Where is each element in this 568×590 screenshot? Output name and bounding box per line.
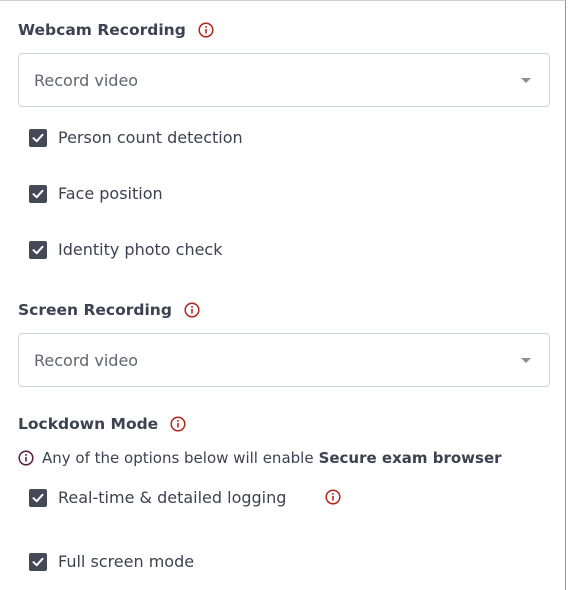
note-text: Any of the options below will enable xyxy=(42,449,314,467)
webcam-recording-select[interactable]: Record video xyxy=(18,53,550,107)
screen-recording-label: Screen Recording xyxy=(18,301,172,319)
screen-recording-title: Screen Recording xyxy=(18,301,200,319)
person-count-label: Person count detection xyxy=(58,128,243,147)
screen-info-icon[interactable] xyxy=(184,302,200,318)
realtime-logging-label: Real-time & detailed logging xyxy=(58,488,287,507)
person-count-checkbox[interactable] xyxy=(29,128,47,147)
caret-down-icon xyxy=(521,78,531,83)
face-position-checkbox[interactable] xyxy=(29,184,47,203)
option-face-position[interactable]: Face position xyxy=(29,184,163,203)
option-identity-photo[interactable]: Identity photo check xyxy=(29,240,222,259)
option-realtime-logging[interactable]: Real-time & detailed logging xyxy=(29,488,286,507)
webcam-recording-title: Webcam Recording xyxy=(18,21,214,39)
identity-photo-label: Identity photo check xyxy=(58,240,223,259)
checkmark-icon xyxy=(32,245,44,254)
checkmark-icon xyxy=(32,189,44,198)
webcam-info-icon[interactable] xyxy=(198,22,214,38)
full-screen-checkbox[interactable] xyxy=(29,552,47,571)
identity-photo-checkbox[interactable] xyxy=(29,240,47,259)
webcam-select-value: Record video xyxy=(34,71,139,90)
realtime-logging-checkbox[interactable] xyxy=(29,488,47,507)
lockdown-info-icon[interactable] xyxy=(170,416,186,432)
checkmark-icon xyxy=(32,493,44,502)
info-circle-icon xyxy=(18,450,34,466)
lockdown-mode-title: Lockdown Mode xyxy=(18,415,186,433)
webcam-recording-label: Webcam Recording xyxy=(18,21,186,39)
screen-recording-select[interactable]: Record video xyxy=(18,333,550,387)
option-person-count[interactable]: Person count detection xyxy=(29,128,243,147)
checkmark-icon xyxy=(32,557,44,566)
realtime-logging-info-icon[interactable] xyxy=(325,489,341,505)
option-full-screen[interactable]: Full screen mode xyxy=(29,552,194,571)
screen-select-value: Record video xyxy=(34,351,139,370)
secure-browser-note: Any of the options below will enable Sec… xyxy=(18,449,502,467)
caret-down-icon xyxy=(521,358,531,363)
checkmark-icon xyxy=(32,133,44,142)
note-bold-text: Secure exam browser xyxy=(318,449,502,467)
lockdown-mode-label: Lockdown Mode xyxy=(18,415,159,433)
full-screen-label: Full screen mode xyxy=(58,552,195,571)
face-position-label: Face position xyxy=(58,184,163,203)
